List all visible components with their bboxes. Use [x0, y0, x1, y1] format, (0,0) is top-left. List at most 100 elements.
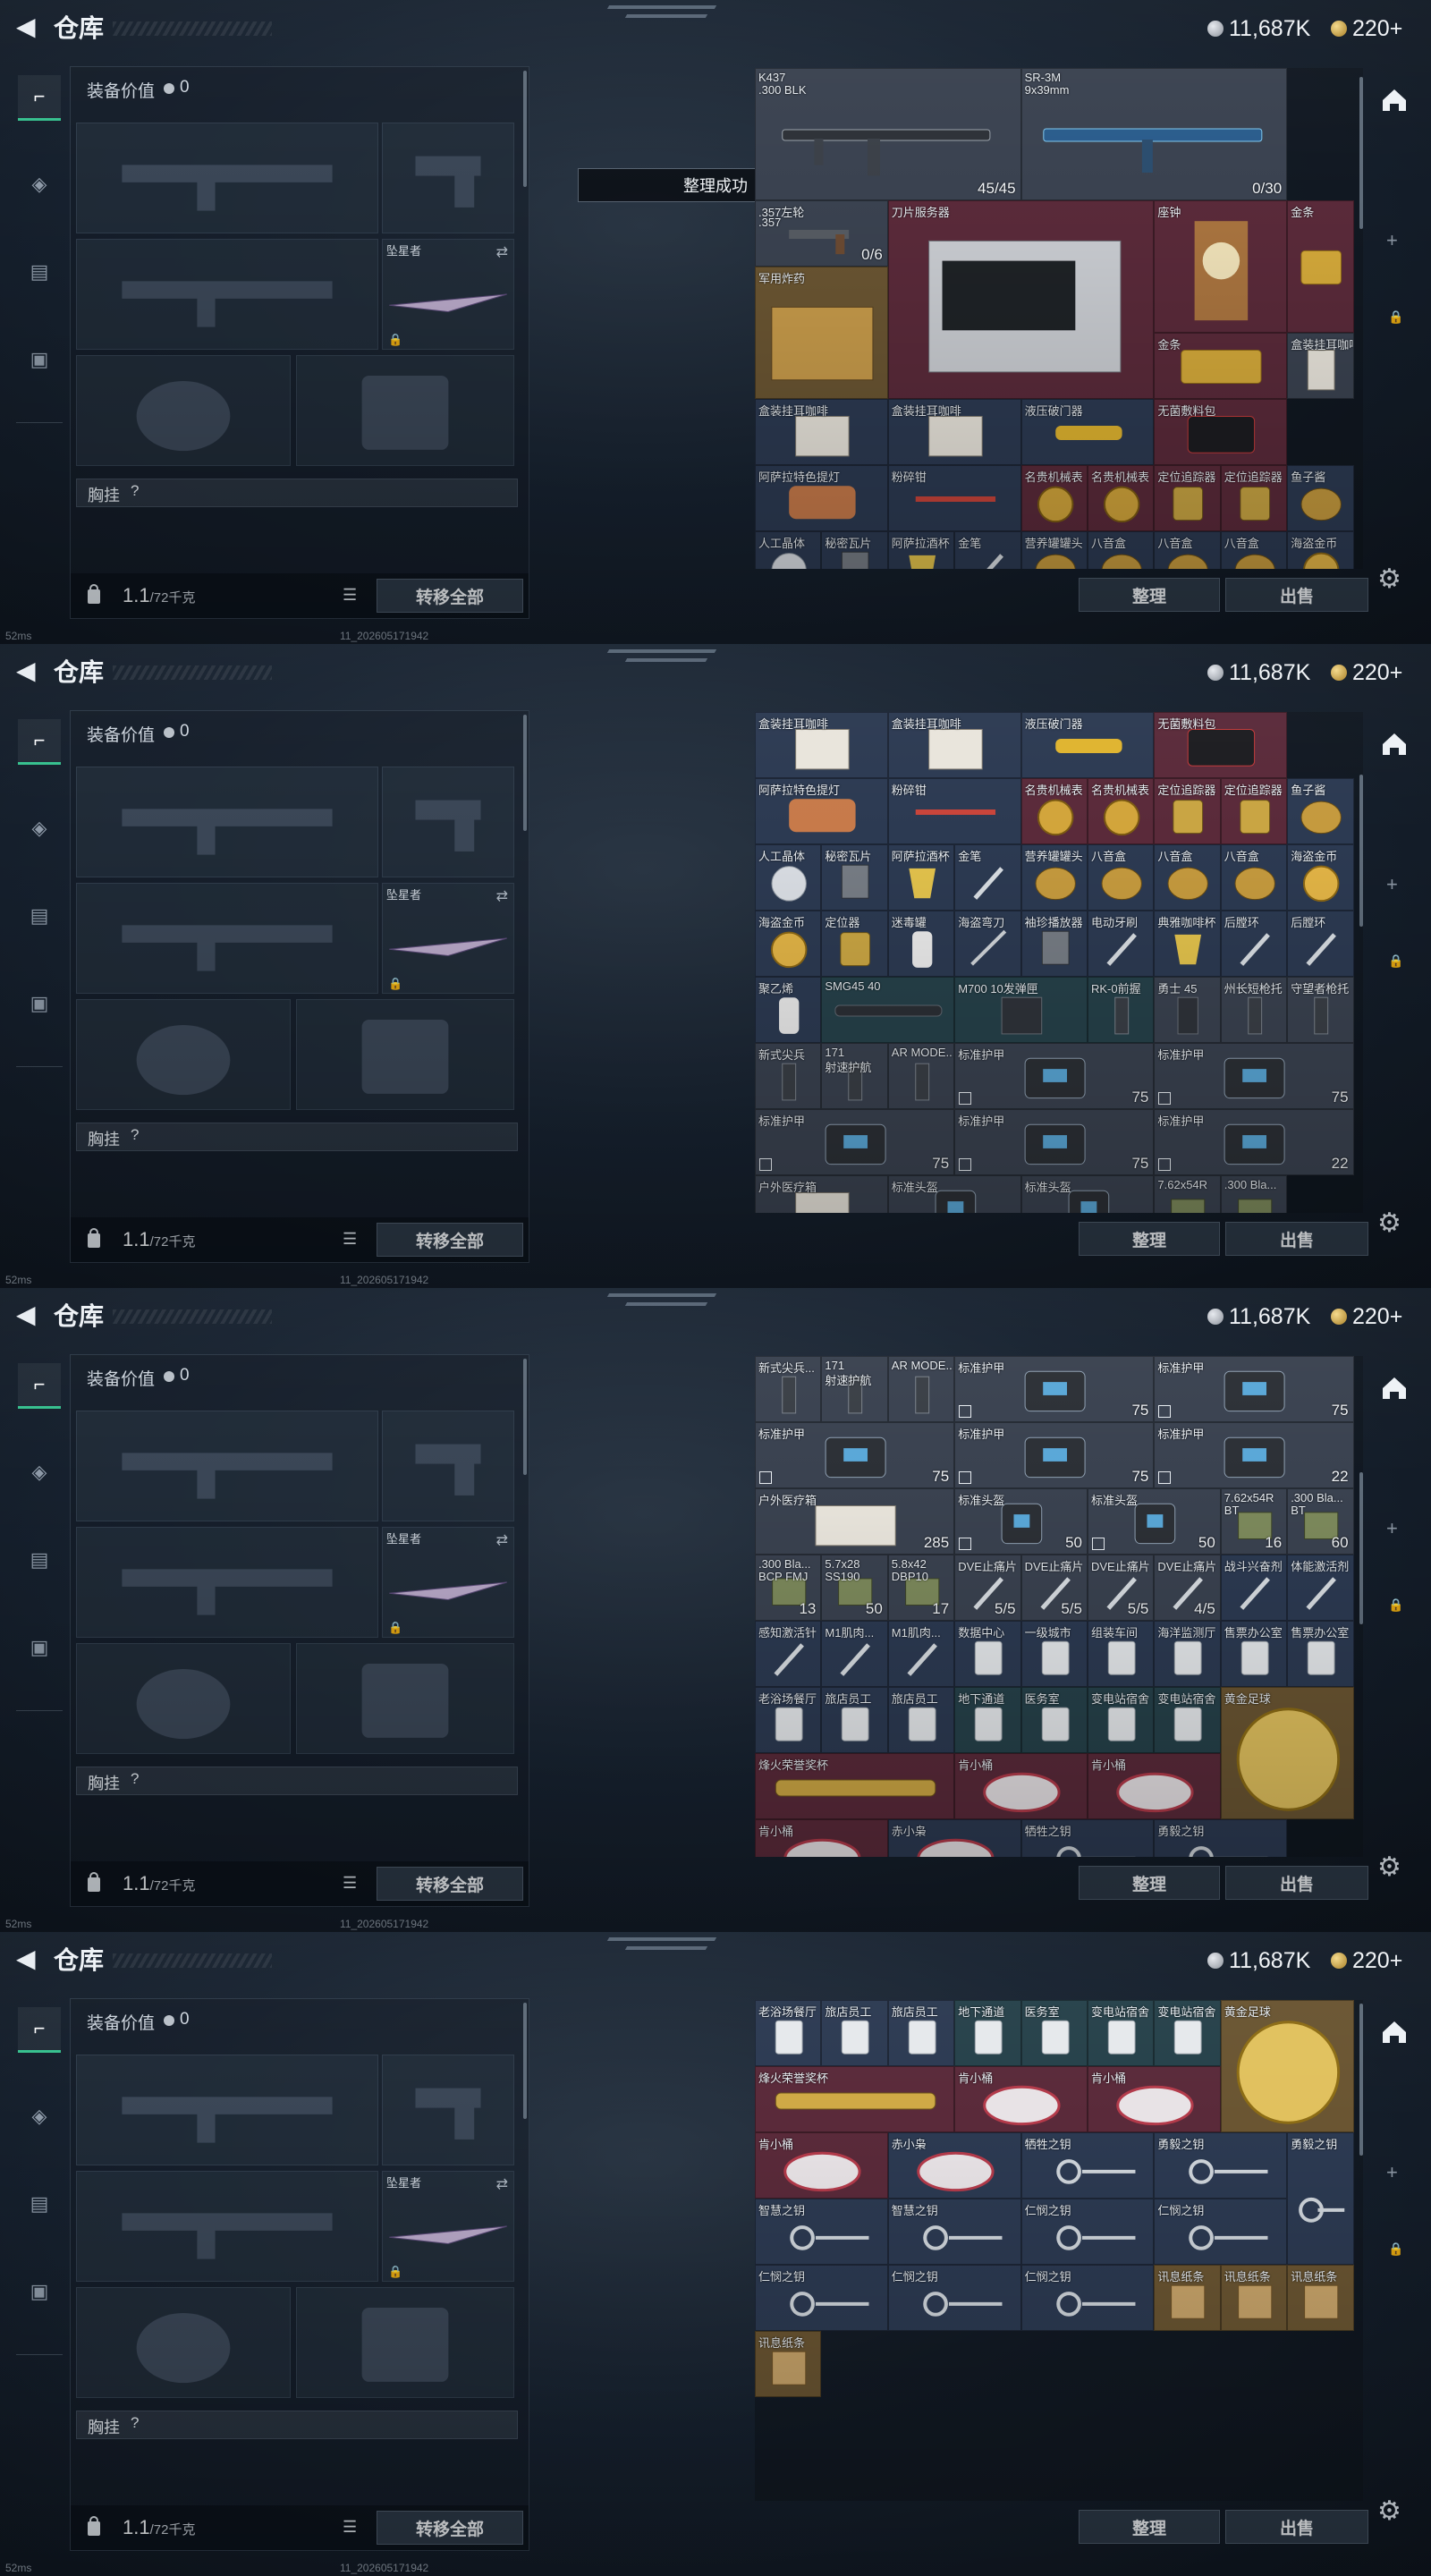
swap-icon[interactable]: ⇄: [496, 887, 508, 905]
grid-item[interactable]: 牺牲之钥: [1020, 1819, 1155, 1857]
grid-item[interactable]: 名贵机械表: [1020, 465, 1088, 531]
melee-slot[interactable]: 坠星者 ⇄ 🔒: [382, 883, 514, 994]
grid-item[interactable]: 秘密瓦片: [821, 531, 888, 569]
grid-item[interactable]: SR-3M 9x39mm 0/30: [1020, 68, 1288, 200]
grid-item[interactable]: 标准护甲 22: [1154, 1422, 1354, 1488]
grid-item[interactable]: 八音盒: [1154, 844, 1221, 911]
grid-item[interactable]: 盒装挂耳咖啡: [887, 399, 1021, 465]
helmet-slot[interactable]: [76, 999, 291, 1110]
settings-gear-icon[interactable]: ⚙: [1377, 1852, 1401, 1883]
grid-item[interactable]: M700 10发弹匣: [954, 977, 1088, 1043]
grid-item[interactable]: 后膛环: [1220, 911, 1288, 977]
grid-item[interactable]: 阿萨拉酒杯: [887, 844, 955, 911]
grid-item[interactable]: 标准护甲 75: [954, 1422, 1155, 1488]
grid-item[interactable]: 变电站宿舍: [1088, 2000, 1155, 2066]
grid-item[interactable]: 盒装挂耳咖啡: [755, 399, 888, 465]
add-page-icon[interactable]: +: [1386, 873, 1398, 896]
grid-item[interactable]: 一级城市: [1020, 1621, 1088, 1687]
help-icon[interactable]: ?: [131, 482, 139, 500]
grid-item[interactable]: 八音盒: [1088, 844, 1155, 911]
grid-item[interactable]: 战斗兴奋剂: [1220, 1555, 1288, 1621]
helmet-slot[interactable]: [76, 2287, 291, 2398]
warehouse-home-icon[interactable]: [1377, 2014, 1411, 2048]
grid-item[interactable]: 标准护甲 75: [954, 1043, 1155, 1109]
warehouse-home-icon[interactable]: [1377, 82, 1411, 116]
nav-case-icon[interactable]: ▣: [18, 1626, 61, 1669]
grid-item[interactable]: 液压破门器: [1020, 712, 1155, 778]
grid-item[interactable]: 无菌敷料包: [1154, 399, 1288, 465]
grid-item[interactable]: 标准护甲 75: [755, 1422, 955, 1488]
back-arrow-icon[interactable]: ◀: [16, 1946, 36, 1971]
silver-currency[interactable]: 11,687K: [1207, 16, 1310, 41]
grid-item[interactable]: 烽火荣誉奖杯: [755, 1753, 955, 1819]
grid-item[interactable]: 粉碎钳: [887, 778, 1021, 844]
grid-item[interactable]: 军用炸药: [755, 267, 888, 399]
grid-item[interactable]: 171 射速护航: [821, 1043, 888, 1109]
silver-currency[interactable]: 11,687K: [1207, 1948, 1310, 1973]
help-icon[interactable]: ?: [131, 2414, 139, 2432]
helmet-slot[interactable]: [76, 1643, 291, 1754]
grid-item[interactable]: 营养罐罐头: [1020, 531, 1088, 569]
grid-item[interactable]: 典雅咖啡杯: [1154, 911, 1221, 977]
grid-item[interactable]: 智慧之钥: [755, 2199, 888, 2265]
pistol-slot[interactable]: [382, 2055, 514, 2165]
grid-item[interactable]: 金条: [1287, 200, 1354, 333]
secondary-weapon-slot[interactable]: [76, 1527, 378, 1638]
silver-currency[interactable]: 11,687K: [1207, 660, 1310, 685]
nav-case-icon[interactable]: ▣: [18, 338, 61, 381]
primary-weapon-slot[interactable]: [76, 2055, 378, 2165]
grid-item[interactable]: 肯小桶: [755, 2132, 888, 2199]
grid-item[interactable]: 定位追踪器: [1220, 465, 1288, 531]
nav-helmet-icon[interactable]: ◈: [18, 1451, 61, 1494]
grid-item[interactable]: 州长短枪托: [1220, 977, 1288, 1043]
grid-item[interactable]: 赤小枭: [887, 1819, 1021, 1857]
grid-item[interactable]: 标准护甲 75: [1154, 1356, 1354, 1422]
nav-helmet-icon[interactable]: ◈: [18, 807, 61, 850]
grid-item[interactable]: 5.7x28 SS190 50: [821, 1555, 888, 1621]
grid-item[interactable]: 讯息纸条: [755, 2331, 822, 2397]
sell-button[interactable]: 出售: [1225, 578, 1368, 612]
warehouse-scrollbar[interactable]: [1359, 77, 1363, 229]
grid-item[interactable]: 5.8x42 DBP10 17: [887, 1555, 955, 1621]
nav-backpack-icon[interactable]: ▤: [18, 894, 61, 937]
grid-item[interactable]: 袖珍播放器: [1020, 911, 1088, 977]
grid-item[interactable]: 老浴场餐厅: [755, 1687, 822, 1753]
pistol-slot[interactable]: [382, 767, 514, 877]
grid-item[interactable]: 迷毒罐: [887, 911, 955, 977]
list-icon[interactable]: ☰: [343, 586, 357, 605]
grid-item[interactable]: 仁悯之钥: [1154, 2199, 1288, 2265]
grid-item[interactable]: 牺牲之钥: [1020, 2132, 1155, 2199]
nav-gun-icon[interactable]: ⌐: [18, 1363, 61, 1409]
grid-item[interactable]: 刀片服务器: [887, 200, 1155, 399]
grid-item[interactable]: 金笔: [954, 844, 1021, 911]
grid-item[interactable]: 肯小桶: [954, 1753, 1088, 1819]
grid-item[interactable]: 讯息纸条: [1220, 2265, 1288, 2331]
grid-item[interactable]: 八音盒: [1220, 844, 1288, 911]
help-icon[interactable]: ?: [131, 1126, 139, 1144]
sort-button[interactable]: 整理: [1079, 2510, 1220, 2544]
grid-item[interactable]: 标准头盔: [1020, 1175, 1155, 1213]
transfer-all-button[interactable]: 转移全部: [377, 1223, 523, 1257]
sort-button[interactable]: 整理: [1079, 1222, 1220, 1256]
grid-item[interactable]: 海盗弯刀: [954, 911, 1021, 977]
armor-slot[interactable]: [296, 2287, 514, 2398]
list-icon[interactable]: ☰: [343, 2518, 357, 2537]
grid-item[interactable]: 黄金足球: [1220, 2000, 1354, 2132]
grid-item[interactable]: 标准护甲 75: [755, 1109, 955, 1175]
grid-item[interactable]: 人工晶体: [755, 531, 822, 569]
grid-item[interactable]: 旅店员工: [821, 2000, 888, 2066]
help-icon[interactable]: ?: [131, 1770, 139, 1788]
grid-item[interactable]: 八音盒: [1220, 531, 1288, 569]
warehouse-scrollbar[interactable]: [1359, 1472, 1363, 1624]
grid-item[interactable]: 名贵机械表: [1088, 465, 1155, 531]
grid-item[interactable]: 鱼子酱: [1287, 778, 1354, 844]
grid-item[interactable]: 海盗金币: [755, 911, 822, 977]
grid-item[interactable]: 液压破门器: [1020, 399, 1155, 465]
grid-item[interactable]: 名贵机械表: [1020, 778, 1088, 844]
sell-button[interactable]: 出售: [1225, 1222, 1368, 1256]
armor-slot[interactable]: [296, 1643, 514, 1754]
gold-currency[interactable]: 220+: [1331, 1948, 1402, 1973]
grid-item[interactable]: 座钟: [1154, 200, 1288, 333]
grid-item[interactable]: 售票办公室: [1287, 1621, 1354, 1687]
grid-item[interactable]: 老浴场餐厅: [755, 2000, 822, 2066]
